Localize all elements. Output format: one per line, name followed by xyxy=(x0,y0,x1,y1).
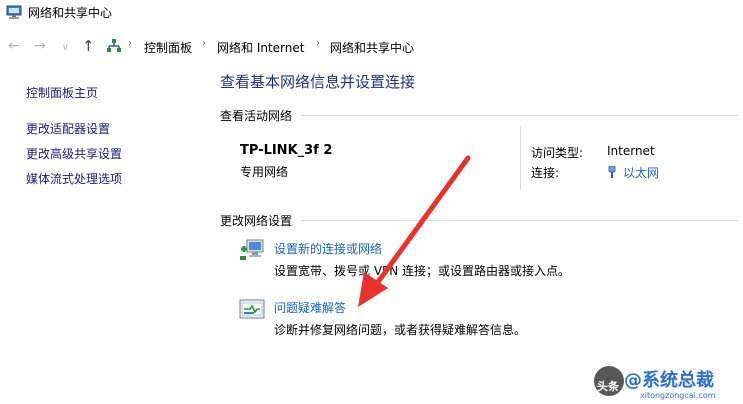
access-type-label: 访问类型: xyxy=(531,146,584,160)
address-bar[interactable]: › 控制面板 › 网络和 Internet › 网络和共享中心 xyxy=(104,34,740,58)
network-name: TP-LINK_3f 2 xyxy=(240,143,333,158)
setup-connection-description: 设置宽带、拨号或 VPN 连接；或设置路由器或接入点。 xyxy=(274,264,571,278)
troubleshoot-icon[interactable] xyxy=(238,296,266,324)
setup-connection-link[interactable]: 设置新的连接或网络 xyxy=(274,240,382,257)
breadcrumb-separator-icon[interactable]: › xyxy=(128,38,132,49)
watermark-logo-text: 头条 xyxy=(597,380,619,393)
breadcrumb-control-panel[interactable]: 控制面板 xyxy=(144,39,192,56)
arrow-up-icon[interactable]: ↑ xyxy=(82,38,95,54)
main-content: 查看基本网络信息并设置连接 查看活动网络 TP-LINK_3f 2 专用网络 访… xyxy=(218,62,743,404)
new-connection-icon[interactable] xyxy=(238,236,266,264)
breadcrumb-network-internet[interactable]: 网络和 Internet xyxy=(217,39,304,56)
watermark-url: xitongzongcai.com xyxy=(640,391,716,400)
breadcrumb-separator-icon[interactable]: › xyxy=(316,38,320,49)
change-settings-heading: 更改网络设置 xyxy=(220,214,293,228)
watermark-logo: 头条 xyxy=(594,366,624,396)
ethernet-icon xyxy=(608,166,616,178)
sidebar-item-media-streaming[interactable]: 媒体流式处理选项 xyxy=(26,170,122,187)
connection-link[interactable]: 以太网 xyxy=(607,164,659,181)
active-networks-heading: 查看活动网络 xyxy=(220,109,293,123)
connection-label: 连接: xyxy=(531,166,560,180)
troubleshoot-description: 诊断并修复网络问题，或者获得疑难解答信息。 xyxy=(274,323,527,337)
breadcrumb-sharing-center[interactable]: 网络和共享中心 xyxy=(330,39,414,56)
section-divider xyxy=(302,115,738,116)
title-bar: 网络和共享中心 xyxy=(0,0,743,24)
chevron-down-icon[interactable]: ∨ xyxy=(62,40,69,56)
window-title: 网络和共享中心 xyxy=(28,6,113,20)
watermark: 头条 @系统总裁 xitongzongcai.com xyxy=(594,360,743,404)
breadcrumb-separator-icon[interactable]: › xyxy=(202,38,206,49)
sidebar: 控制面板主页 更改适配器设置 更改高级共享设置 媒体流式处理选项 xyxy=(0,62,200,404)
sidebar-item-adapter-settings[interactable]: 更改适配器设置 xyxy=(26,120,110,137)
network-category[interactable]: 专用网络 xyxy=(240,163,288,180)
connection-value[interactable]: 以太网 xyxy=(623,166,659,180)
troubleshoot-link[interactable]: 问题疑难解答 xyxy=(274,299,346,316)
section-divider xyxy=(302,220,738,221)
network-center-icon xyxy=(6,5,22,19)
vertical-divider xyxy=(520,126,521,190)
arrow-right-icon[interactable]: → xyxy=(34,38,46,54)
sidebar-item-advanced-sharing[interactable]: 更改高级共享设置 xyxy=(26,145,122,162)
arrow-left-icon[interactable]: ← xyxy=(8,38,20,54)
network-icon xyxy=(107,39,121,52)
navigation-bar: ← → ∨ ↑ › 控制面板 › 网络和 Internet › 网络和共享中心 xyxy=(0,30,743,62)
page-title: 查看基本网络信息并设置连接 xyxy=(220,73,416,91)
sidebar-item-control-panel-home[interactable]: 控制面板主页 xyxy=(26,84,98,101)
access-type-value: Internet xyxy=(607,144,655,158)
watermark-text: @系统总裁 xyxy=(624,370,714,391)
